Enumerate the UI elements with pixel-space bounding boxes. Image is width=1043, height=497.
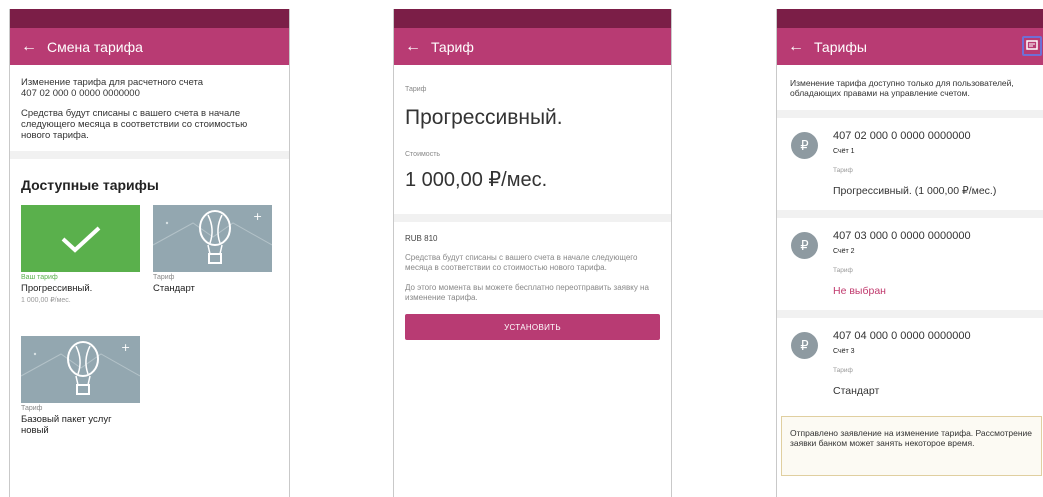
- account-name: Счёт 1: [833, 148, 855, 155]
- tariff-label: Тариф: [833, 267, 853, 274]
- info-text: Средства будут списаны с вашего счета в …: [21, 108, 248, 141]
- ruble-avatar-icon: ₽: [791, 232, 818, 259]
- tariff-name: Прогрессивный.: [405, 106, 563, 129]
- tariff-label: Тариф: [153, 274, 175, 281]
- balloon-icon: +: [21, 341, 140, 395]
- divider: [394, 214, 671, 222]
- tariff-label: Ваш тариф: [21, 274, 58, 281]
- tariff-name: Прогрессивный.: [21, 283, 93, 294]
- page-title: Тариф: [431, 38, 474, 55]
- status-bar: [10, 9, 289, 28]
- balloon-icon: +: [153, 210, 272, 264]
- tariff-grid: Ваш тариф Прогрессивный. 1 000,00 ₽/мес.…: [10, 205, 289, 485]
- account-number: 407 03 000 0 0000 0000000: [833, 230, 971, 242]
- checkmark-icon: [61, 226, 100, 253]
- status-bar: [777, 9, 1043, 28]
- cost-value: 1 000,00 ₽/мес.: [405, 169, 548, 191]
- svg-text:+: +: [121, 341, 130, 354]
- page-title: Смена тарифа: [47, 38, 143, 55]
- account-item[interactable]: ₽ 407 04 000 0 0000 0000000 Счёт 3 Тариф…: [777, 318, 1043, 406]
- account-number: 407 02 000 0 0000 0000000: [833, 130, 971, 142]
- tariff-card: Тариф Прогрессивный. Стоимость 1 000,00 …: [394, 65, 671, 192]
- back-arrow-icon[interactable]: ←: [405, 38, 427, 55]
- tariff-label: Тариф: [405, 86, 427, 93]
- account-info: Изменение тарифа для расчетного счета 40…: [10, 65, 289, 151]
- set-tariff-button[interactable]: УСТАНОВИТЬ: [405, 314, 660, 340]
- tariff-value: Прогрессивный. (1 000,00 ₽/мес.): [833, 185, 997, 197]
- tariff-value: Стандарт: [833, 385, 880, 397]
- app-bar: ← Тарифы: [777, 28, 1043, 65]
- app-bar: ← Смена тарифа: [10, 28, 289, 65]
- tariff-price: 1 000,00 ₽/мес.: [21, 297, 71, 304]
- info-line: Изменение тарифа для расчетного счета: [21, 77, 204, 88]
- request-sent-notice: Отправлено заявление на изменение тарифа…: [781, 416, 1042, 476]
- tariff-value: Не выбран: [833, 285, 886, 297]
- divider: [777, 110, 1043, 118]
- tariff-label: Тариф: [833, 167, 853, 174]
- back-arrow-icon[interactable]: ←: [788, 38, 810, 55]
- tariff-label: Тариф: [21, 405, 43, 412]
- account-item[interactable]: ₽ 407 02 000 0 0000 0000000 Счёт 1 Тариф…: [777, 118, 1043, 218]
- ruble-avatar-icon: ₽: [791, 132, 818, 159]
- screen-change-tariff: ← Смена тарифа Изменение тарифа для расч…: [9, 9, 290, 497]
- screen-tariff-details: ← Тариф Тариф Прогрессивный. Стоимость 1…: [393, 9, 672, 497]
- app-bar: ← Тариф: [394, 28, 671, 65]
- cost-label: Стоимость: [405, 151, 441, 158]
- tariff-tile-standard[interactable]: +: [153, 205, 272, 272]
- page-title: Тарифы: [814, 38, 867, 55]
- back-arrow-icon[interactable]: ←: [21, 38, 43, 55]
- ruble-avatar-icon: ₽: [791, 332, 818, 359]
- resend-info: До этого момента вы можете бесплатно пер…: [405, 283, 649, 302]
- chat-icon[interactable]: [1022, 36, 1042, 56]
- tariff-conditions: RUB 810 Средства будут списаны с вашего …: [394, 222, 671, 352]
- info-account-number: 407 02 000 0 0000 0000000: [21, 88, 140, 99]
- account-name: Счёт 3: [833, 348, 855, 355]
- divider: [10, 151, 289, 159]
- status-bar: [394, 9, 671, 28]
- tariff-tile-basic[interactable]: +: [21, 336, 140, 403]
- currency-code: RUB 810: [405, 234, 438, 243]
- tariff-label: Тариф: [833, 367, 853, 374]
- account-name: Счёт 2: [833, 248, 855, 255]
- section-title: Доступные тарифы: [21, 177, 159, 193]
- tariff-name: Базовый пакет услуг новый: [21, 414, 112, 436]
- account-item[interactable]: ₽ 407 03 000 0 0000 0000000 Счёт 2 Тариф…: [777, 218, 1043, 318]
- access-notice: Изменение тарифа доступно только для пол…: [790, 78, 1014, 98]
- tariff-tile-current[interactable]: [21, 205, 140, 272]
- tariff-name: Стандарт: [153, 283, 195, 294]
- charge-info: Средства будут списаны с вашего счета в …: [405, 253, 638, 272]
- screen-tariffs-list: ← Тарифы Изменение тарифа доступно тольк…: [776, 9, 1043, 497]
- account-number: 407 04 000 0 0000 0000000: [833, 330, 971, 342]
- svg-text:+: +: [253, 210, 262, 223]
